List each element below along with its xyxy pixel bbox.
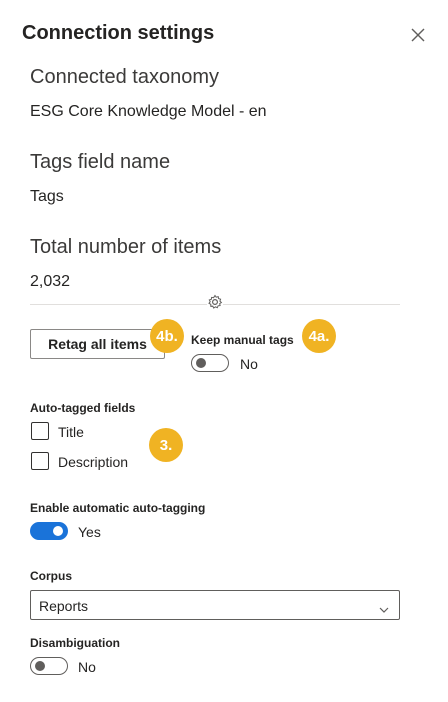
- corpus-label: Corpus: [30, 569, 72, 583]
- tags-field-value: Tags: [30, 188, 64, 205]
- keep-manual-tags-label: Keep manual tags: [191, 333, 294, 347]
- enable-auto-tagging-state: Yes: [78, 524, 101, 540]
- enable-auto-tagging-label: Enable automatic auto-tagging: [30, 501, 206, 515]
- enable-auto-tagging-toggle[interactable]: [30, 522, 68, 540]
- toggle-knob: [53, 526, 63, 536]
- disambiguation-state: No: [78, 659, 96, 675]
- total-items-value: 2,032: [30, 273, 71, 290]
- connected-taxonomy-value: ESG Core Knowledge Model - en: [30, 103, 267, 120]
- chevron-down-icon: [379, 601, 389, 613]
- keep-manual-tags-toggle[interactable]: [191, 354, 229, 372]
- step-badge-4b: 4b.: [150, 319, 184, 353]
- corpus-selected-value: Reports: [39, 598, 89, 614]
- close-icon[interactable]: [409, 26, 427, 44]
- toggle-knob: [35, 661, 45, 671]
- gear-icon[interactable]: [207, 294, 223, 310]
- description-checkbox[interactable]: [31, 452, 49, 470]
- total-items-label: Total number of items: [30, 236, 222, 258]
- toggle-knob: [196, 358, 206, 368]
- disambiguation-toggle[interactable]: [30, 657, 68, 675]
- connected-taxonomy-label: Connected taxonomy: [30, 66, 220, 88]
- retag-button-label: Retag all items: [48, 336, 147, 352]
- step-badge-3: 3.: [149, 428, 183, 462]
- panel-title: Connection settings: [22, 22, 215, 44]
- auto-tagged-fields-label: Auto-tagged fields: [30, 401, 136, 415]
- title-checkbox-label: Title: [58, 424, 84, 440]
- title-checkbox[interactable]: [31, 422, 49, 440]
- corpus-dropdown[interactable]: Reports: [30, 590, 400, 620]
- step-badge-4a: 4a.: [302, 319, 336, 353]
- disambiguation-label: Disambiguation: [30, 636, 121, 650]
- description-checkbox-label: Description: [58, 454, 129, 470]
- tags-field-label: Tags field name: [30, 151, 171, 173]
- retag-all-items-button[interactable]: Retag all items: [30, 329, 165, 359]
- keep-manual-tags-state: No: [240, 356, 258, 372]
